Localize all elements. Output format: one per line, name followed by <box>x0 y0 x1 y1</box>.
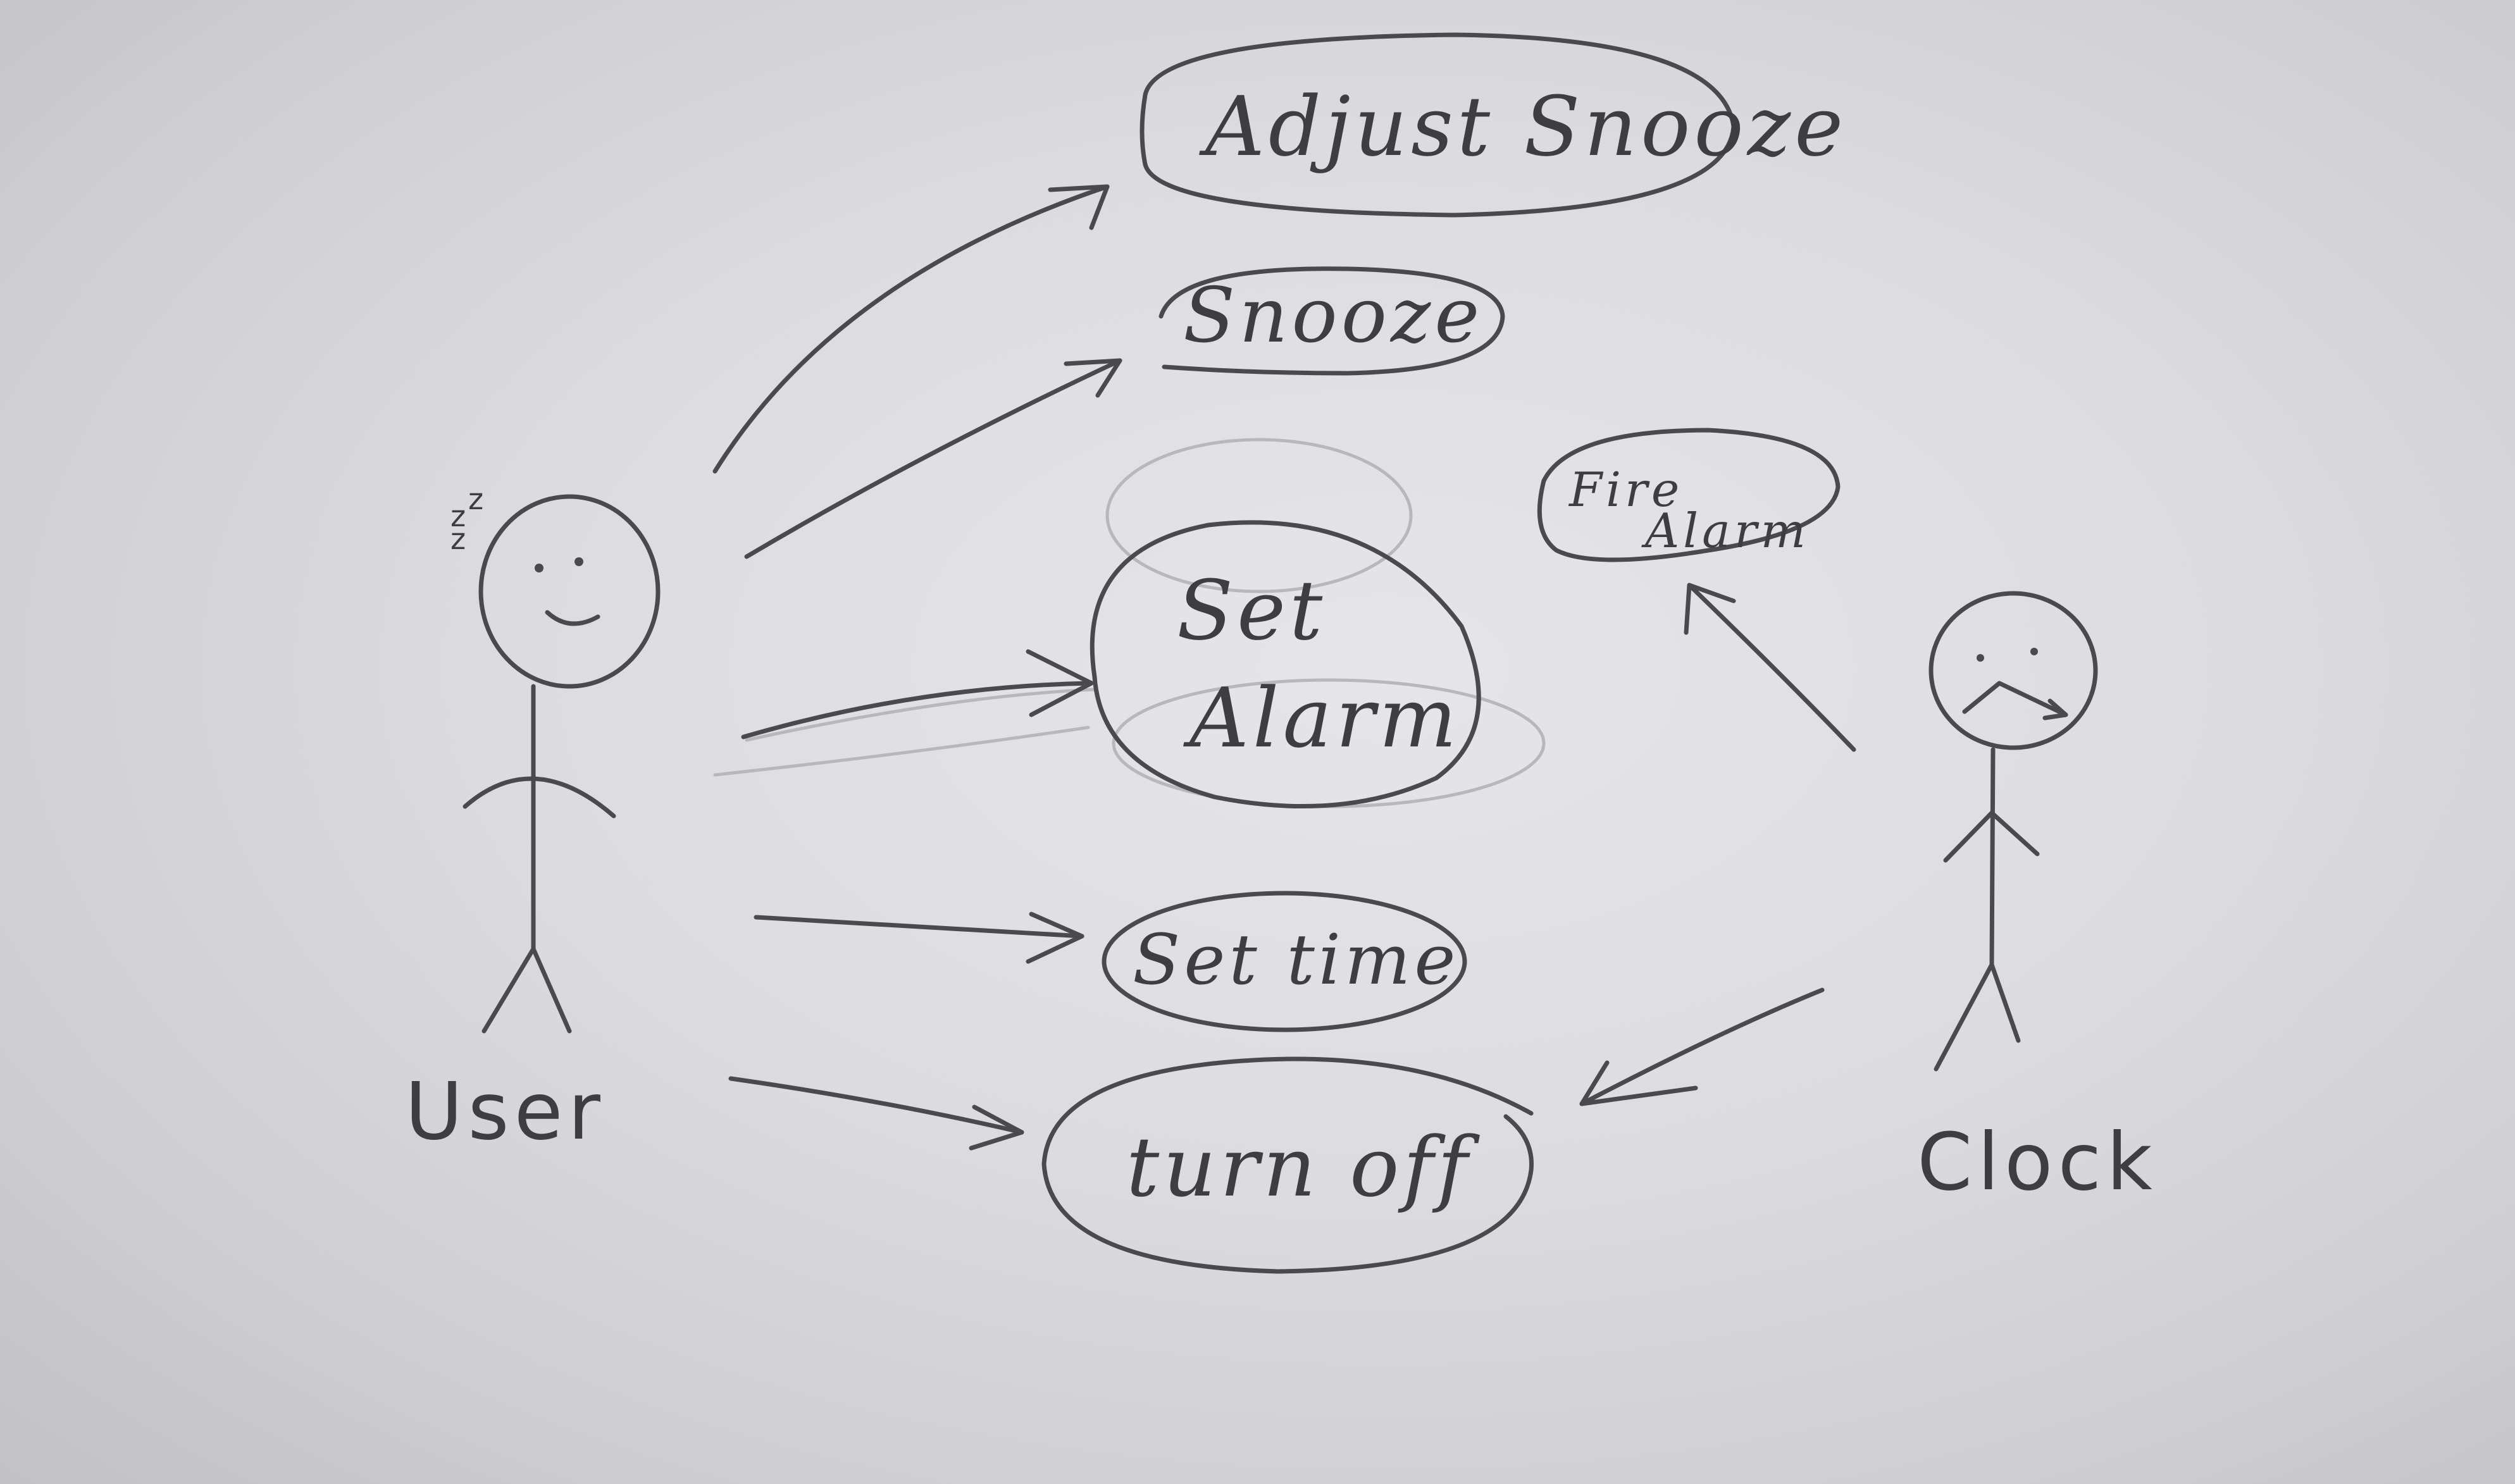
turn-off-label: turn off <box>1126 1119 1481 1215</box>
actor-clock: Clock <box>1917 591 2158 1208</box>
user-right-eye <box>574 557 583 566</box>
fire-alarm-label-line2: Alarm <box>1641 503 1810 559</box>
use-case-adjust-snooze: Adjust Snooze <box>1140 32 1847 218</box>
user-left-eye <box>535 564 543 572</box>
clock-body <box>1989 747 1996 967</box>
clock-head <box>1928 591 2098 750</box>
clock-right-leg <box>1989 962 2021 1043</box>
user-right-leg <box>531 946 572 1034</box>
user-arms <box>463 776 616 819</box>
use-case-set-time: Set time <box>1102 891 1467 1032</box>
actor-user: z z z User <box>405 482 661 1158</box>
clock-face-dot-right <box>2030 648 2038 655</box>
clock-label: Clock <box>1917 1116 2158 1208</box>
arrow-user-to-snooze <box>744 358 1122 559</box>
arrow-user-to-adjust-snooze <box>712 184 1110 474</box>
diagram-page: z z z User Clock Adjust Snooze Snooze Se… <box>0 0 2515 1484</box>
user-label: User <box>405 1066 605 1158</box>
use-case-set-alarm: Set Alarm <box>1090 520 1481 809</box>
clock-face-dot-left <box>1977 654 1984 662</box>
arrow-clock-to-turn-off <box>1579 987 1825 1106</box>
user-left-leg <box>481 946 536 1034</box>
arrow-clock-to-fire-alarm <box>1684 583 1856 752</box>
user-associations <box>712 184 1122 1151</box>
adjust-snooze-label: Adjust Snooze <box>1199 78 1847 175</box>
use-case-snooze: Snooze <box>1158 266 1505 376</box>
arrow-user-to-turn-off <box>728 1076 1024 1151</box>
user-head <box>478 494 661 689</box>
sleep-z-1: z <box>468 482 483 516</box>
set-alarm-label-line1: Set <box>1177 562 1326 659</box>
use-case-fire-alarm: Fire Alarm <box>1537 428 1841 562</box>
arrow-user-to-set-time <box>754 912 1084 964</box>
use-case-diagram: z z z User Clock Adjust Snooze Snooze Se… <box>405 32 2158 1274</box>
user-smile <box>545 610 600 626</box>
snooze-label: Snooze <box>1183 272 1483 360</box>
set-alarm-label-line2: Alarm <box>1183 670 1460 766</box>
clock-left-leg <box>1934 962 1994 1072</box>
use-case-turn-off: turn off <box>1041 1056 1534 1274</box>
clock-associations <box>1579 583 1856 1106</box>
sleep-z-3: z <box>450 522 466 556</box>
set-time-label: Set time <box>1133 919 1459 1000</box>
